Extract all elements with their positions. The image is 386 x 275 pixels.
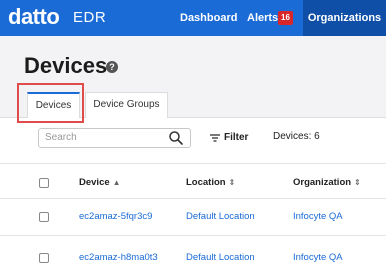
tab-device-groups[interactable]: Device Groups [85,92,168,118]
organization-link[interactable]: Infocyte QA [293,210,343,224]
row-checkbox[interactable] [39,212,49,222]
product-name: EDR [73,9,107,26]
table-top-divider [0,163,386,164]
location-link[interactable]: Default Location [186,210,255,224]
row-checkbox[interactable] [39,253,49,263]
page-title: Devices [24,53,108,78]
datto-logo[interactable]: datto [8,3,60,31]
alerts-count-badge: 16 [278,11,293,25]
column-header-location-label: Location [186,177,226,188]
nav-organizations[interactable]: Organizations [303,0,386,36]
sort-icon[interactable]: ⇕ [229,178,236,187]
nav-alerts[interactable]: Alerts [247,0,278,36]
select-all-checkbox[interactable] [39,178,49,188]
device-link[interactable]: ec2amaz-h8ma0t3 [79,251,158,265]
top-navigation-bar: datto EDR Dashboard Alerts 16 Organizati… [0,0,386,36]
column-header-device[interactable]: Device ▲ [79,176,121,190]
annotation-highlight-box [17,83,84,123]
filter-icon[interactable] [210,133,220,143]
column-header-organization[interactable]: Organization ⇕ [293,176,361,190]
device-count: Devices: 6 [273,131,320,142]
device-link[interactable]: ec2amaz-5fqr3c9 [79,210,152,224]
column-header-location[interactable]: Location ⇕ [186,176,235,190]
location-link[interactable]: Default Location [186,251,255,265]
organization-link[interactable]: Infocyte QA [293,251,343,265]
sort-icon[interactable]: ⇕ [354,178,361,187]
row-divider [0,198,386,199]
sort-asc-icon[interactable]: ▲ [113,178,121,187]
search-icon[interactable] [168,130,184,146]
row-divider [0,235,386,236]
filter-button[interactable]: Filter [224,130,248,146]
nav-dashboard[interactable]: Dashboard [180,0,237,36]
column-header-organization-label: Organization [293,177,352,188]
column-header-device-label: Device [79,177,110,188]
help-icon[interactable]: ? [106,61,118,73]
